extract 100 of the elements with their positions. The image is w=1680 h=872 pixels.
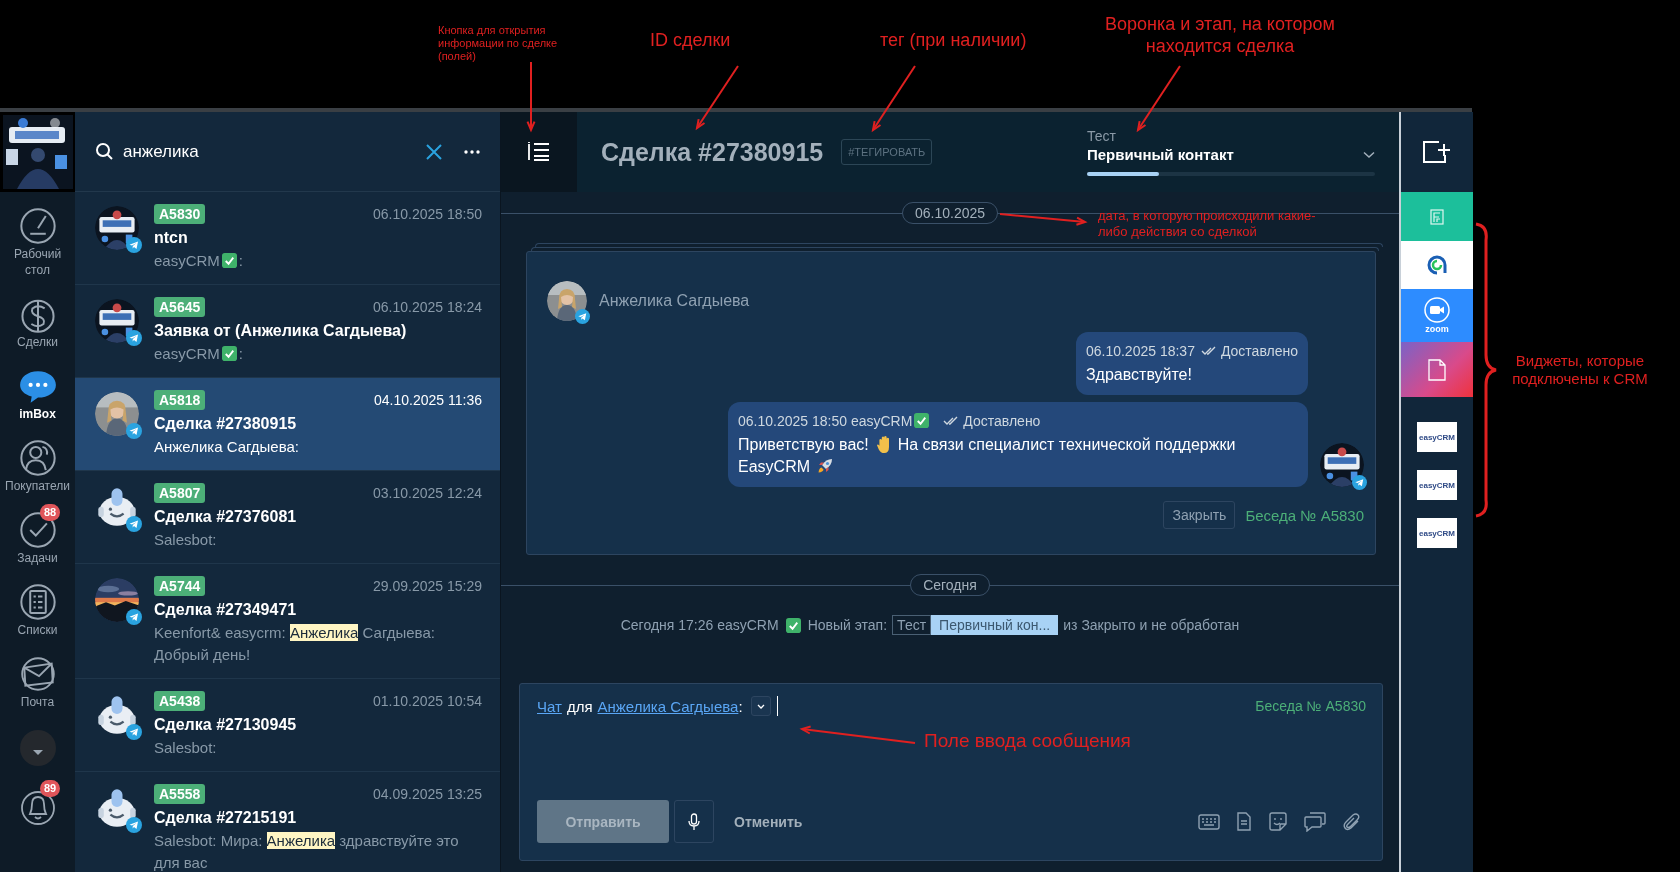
easycrm-widget-button[interactable]: easyCRM: [1417, 470, 1457, 500]
annotation-note: Виджеты, которые подключены к CRM: [1511, 352, 1649, 388]
annotation-note: Кнопка для открытия информации по сделке (полей): [438, 24, 559, 64]
check-icon: [914, 413, 930, 428]
chat-item[interactable]: A5744 29.09.2025 15:29 Сделка #27349471 Keenfort& easycrm: Анжелика Сагдыева: Добрый день!: [75, 564, 500, 679]
deal-title: Сделка #27380915: [601, 137, 824, 167]
date-separator: 06.10.2025: [901, 202, 999, 224]
nav-item[interactable]: Почта: [0, 648, 75, 710]
contact-name: Анжелика Сагдыева: [599, 292, 750, 310]
nav-item[interactable]: Списки: [0, 576, 75, 638]
double-check-icon: [1200, 346, 1217, 356]
check-icon: [221, 253, 237, 268]
telegram-icon: [126, 817, 142, 833]
telegram-icon: [126, 724, 142, 740]
annotation-arrow: [695, 65, 739, 131]
robot-icon: [95, 485, 139, 529]
list-icon: [527, 141, 551, 163]
chat-item[interactable]: A5558 04.09.2025 13:25 Сделка #27215191 Salesbot: Мира: Анжелика здравствуйте это для вас: [75, 772, 500, 872]
nav-item[interactable]: imBox: [0, 360, 75, 422]
event-time: Сегодня 17:26 easyCRM: [620, 617, 779, 633]
recipient-dropdown[interactable]: [750, 696, 771, 716]
chat-item[interactable]: A5830 06.10.2025 18:50 ntcn easyCRM :: [75, 192, 500, 285]
message-text: Здравствуйте!: [1085, 365, 1193, 385]
easycrm-widget-button[interactable]: easyCRM: [1417, 518, 1457, 548]
document-icon: [1428, 358, 1446, 381]
pipeline-tag: Тест: [892, 615, 932, 635]
annotation-note: тег (при наличии): [880, 30, 1028, 52]
keyboard-icon[interactable]: [1198, 813, 1220, 830]
rocket-icon: [816, 457, 835, 475]
search-icon: [95, 141, 115, 162]
gauge-icon: [17, 206, 58, 246]
chat-item[interactable]: A5438 01.10.2025 10:54 Сделка #27130945 Salesbot:: [75, 679, 500, 772]
chat-time: 04.09.2025 13:25: [373, 786, 482, 802]
chat-time: 04.10.2025 11:36: [374, 392, 482, 408]
document-icon[interactable]: [1236, 812, 1252, 831]
telegram-icon: [126, 237, 142, 253]
check-icon: [785, 617, 801, 633]
delivery-status: Доставлено: [1220, 342, 1298, 360]
chat-time: 06.10.2025 18:24: [373, 299, 482, 315]
more-icon[interactable]: [464, 149, 480, 154]
chat-time: 01.10.2025 10:54: [373, 693, 482, 709]
conversation-id: A5645: [154, 297, 206, 317]
chat-title: Сделка #27380915: [154, 414, 298, 434]
nav-item[interactable]: Сделки: [0, 288, 75, 350]
form-icon: [1430, 208, 1444, 225]
chat-link[interactable]: Чат: [537, 697, 562, 715]
chat-item[interactable]: A5818 04.10.2025 11:36 Сделка #27380915 Анжелика Сагдыева:: [75, 378, 500, 471]
message-preview: Salesbot:: [154, 738, 218, 758]
conversation-id: A5818: [154, 390, 206, 410]
search-field[interactable]: анжелика: [123, 141, 418, 162]
telegram-icon: [126, 516, 142, 532]
nav-item[interactable]: Рабочий стол: [0, 200, 75, 278]
message-preview: easyCRM :: [154, 344, 245, 364]
check-icon: [221, 346, 237, 361]
robot-icon: [95, 693, 139, 737]
telegram-icon: [575, 309, 590, 324]
annotation-note: Воронка и этап, на котором находится сделка: [1104, 14, 1336, 58]
stage-dropdown[interactable]: Первичный контакт: [1087, 146, 1375, 163]
nav-item[interactable]: Покупатели: [0, 432, 75, 494]
paperclip-icon[interactable]: [1342, 811, 1362, 832]
hand-icon: [877, 435, 890, 453]
video-camera-icon: [1424, 297, 1450, 323]
telegram-icon: [126, 423, 142, 439]
easycrm-widget-button[interactable]: easyCRM: [1417, 422, 1457, 452]
chat-title: Сделка #27215191: [154, 808, 298, 828]
count-badge: 89: [40, 780, 61, 797]
document-widget-button[interactable]: [1401, 342, 1473, 397]
pipeline-name: Тест: [1087, 128, 1117, 144]
cancel-button[interactable]: Отменить: [734, 813, 803, 830]
count-badge: 88: [40, 504, 61, 521]
chat-title: Заявка от (Анжелика Сагдыева): [154, 321, 408, 341]
chat-bubbles-icon[interactable]: [1304, 811, 1326, 832]
sticker-icon[interactable]: [1268, 811, 1288, 832]
chevron-down-icon: [1363, 150, 1375, 159]
contact-link[interactable]: Анжелика Сагдыева: [597, 697, 739, 715]
nav-item[interactable]: Задачи 88: [0, 504, 75, 566]
delivery-status: Доставлено: [963, 412, 1041, 430]
telegram-icon: [1352, 475, 1367, 490]
chat-widget-button[interactable]: [1401, 241, 1473, 289]
recipient-text: для: [566, 697, 593, 715]
stage-tag: Первичный кон...: [931, 615, 1059, 635]
message-preview: Анжелика Сагдыева:: [154, 437, 301, 457]
annotation-arrow: [871, 65, 916, 133]
list-icon: [17, 582, 58, 622]
annotation-arrow: [526, 61, 536, 133]
fields-menu-button[interactable]: [501, 112, 577, 192]
message-preview: Salesbot:: [154, 530, 218, 550]
message-preview: Keenfort& easycrm: Анжелика Сагдыева: Добрый день!: [154, 623, 436, 665]
ring-logo-icon: [1425, 253, 1449, 277]
conversation-id: A5558: [154, 784, 206, 804]
avatar-icon: [17, 728, 58, 768]
notifications-button[interactable]: 89: [0, 780, 75, 826]
annotation-note: ID сделки: [650, 30, 732, 52]
microphone-button[interactable]: [674, 800, 714, 843]
chat-title: Сделка #27130945: [154, 715, 298, 735]
chat-item[interactable]: A5807 03.10.2025 12:24 Сделка #27376081 Salesbot:: [75, 471, 500, 564]
close-icon[interactable]: [426, 143, 442, 160]
close-button[interactable]: Закрыть: [1163, 501, 1236, 529]
message-meta: 06.10.2025 18:50 easyCRM: [738, 412, 932, 430]
chevron-down-icon: [756, 703, 765, 709]
